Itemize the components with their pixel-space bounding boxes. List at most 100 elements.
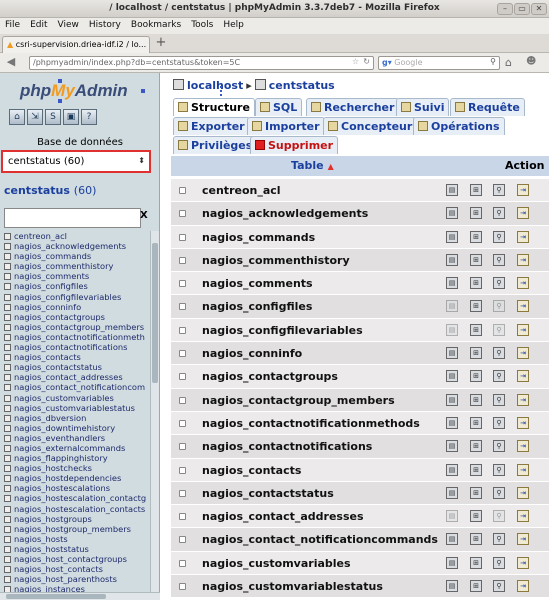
sidebar-table-label[interactable]: nagios_hostescalation_contactg [14, 493, 146, 503]
sidebar-table-label[interactable]: nagios_flappinghistory [14, 453, 108, 463]
insert-icon[interactable]: ⇥ [517, 440, 529, 453]
browse-icon[interactable]: ▤ [446, 323, 458, 336]
search-icon[interactable]: ⚲ [493, 440, 505, 453]
structure-icon[interactable]: ⊞ [470, 370, 482, 383]
table-icon[interactable] [4, 273, 11, 281]
table-icon[interactable] [4, 374, 11, 382]
tab-supprimer[interactable]: Supprimer [250, 136, 339, 154]
breadcrumb-db[interactable]: centstatus [269, 79, 335, 92]
search-icon[interactable]: ⚲ [493, 533, 505, 546]
row-checkbox[interactable] [179, 256, 186, 264]
sidebar-table-label[interactable]: nagios_contact_addresses [14, 372, 123, 382]
sidebar-table-item[interactable]: nagios_contactgroup_members [4, 322, 150, 332]
browse-icon[interactable]: ▤ [446, 300, 458, 313]
sidebar-table-label[interactable]: nagios_contactnotificationmeth [14, 332, 145, 342]
home-icon[interactable]: ⌂ [505, 56, 512, 69]
sidebar-table-item[interactable]: nagios_dbversion [4, 413, 150, 423]
sidebar-table-item[interactable]: nagios_contactstatus [4, 362, 150, 372]
table-icon[interactable] [4, 515, 11, 523]
row-checkbox[interactable] [179, 466, 186, 474]
structure-icon[interactable]: ⊞ [470, 277, 482, 290]
insert-icon[interactable]: ⇥ [517, 556, 529, 569]
row-checkbox[interactable] [179, 489, 186, 497]
table-icon[interactable] [4, 414, 11, 422]
row-checkbox[interactable] [179, 559, 186, 567]
table-name-link[interactable]: nagios_conninfo [202, 347, 302, 360]
search-icon[interactable]: ⚲ [493, 486, 505, 499]
structure-icon[interactable]: ⊞ [470, 347, 482, 360]
structure-icon[interactable]: ⊞ [470, 556, 482, 569]
query-window-icon[interactable]: ▣ [63, 109, 79, 125]
browse-icon[interactable]: ▤ [446, 580, 458, 593]
search-icon[interactable]: ⚲ [493, 370, 505, 383]
row-checkbox[interactable] [179, 326, 186, 334]
row-checkbox[interactable] [179, 419, 186, 427]
tab-sql[interactable]: SQL [255, 98, 303, 116]
sidebar-table-item[interactable]: nagios_host_contactgroups [4, 554, 150, 564]
browse-icon[interactable]: ▤ [446, 556, 458, 569]
table-icon[interactable] [4, 576, 11, 584]
sidebar-table-label[interactable]: nagios_commenthistory [14, 261, 113, 271]
row-checkbox[interactable] [179, 443, 186, 451]
sidebar-table-label[interactable]: nagios_eventhandlers [14, 433, 105, 443]
table-icon[interactable] [4, 465, 11, 473]
table-icon[interactable] [4, 434, 11, 442]
table-name-link[interactable]: nagios_contactgroups [202, 370, 338, 383]
insert-icon[interactable]: ⇥ [517, 300, 529, 313]
search-icon[interactable]: ⚲ [493, 207, 505, 220]
search-icon[interactable]: ⚲ [493, 393, 505, 406]
menu-bookmarks[interactable]: Bookmarks [126, 18, 186, 30]
sidebar-table-item[interactable]: nagios_host_parenthosts [4, 574, 150, 584]
sidebar-table-label[interactable]: nagios_contactnotifications [14, 342, 128, 352]
insert-icon[interactable]: ⇥ [517, 277, 529, 290]
sidebar-table-item[interactable]: nagios_acknowledgements [4, 241, 150, 251]
reload-icon[interactable]: ↻ [363, 57, 370, 66]
structure-icon[interactable]: ⊞ [470, 440, 482, 453]
sidebar-table-label[interactable]: nagios_hostgroup_members [14, 524, 131, 534]
table-icon[interactable] [4, 545, 11, 553]
sidebar-table-label[interactable]: nagios_hostgroups [14, 514, 92, 524]
structure-icon[interactable]: ⊞ [470, 416, 482, 429]
browse-icon[interactable]: ▤ [446, 533, 458, 546]
table-icon[interactable] [4, 243, 11, 251]
browse-icon[interactable]: ▤ [446, 347, 458, 360]
table-icon[interactable] [4, 333, 11, 341]
tab-concepteur[interactable]: Concepteur [323, 117, 418, 135]
structure-icon[interactable]: ⊞ [470, 580, 482, 593]
sidebar-table-item[interactable]: nagios_commenthistory [4, 261, 150, 271]
new-tab-button[interactable]: + [153, 36, 169, 51]
sidebar-table-label[interactable]: nagios_contactstatus [14, 362, 102, 372]
table-icon[interactable] [4, 344, 11, 352]
sidebar-table-label[interactable]: nagios_configfilevariables [14, 292, 121, 302]
menu-file[interactable]: File [0, 18, 25, 30]
table-icon[interactable] [4, 556, 11, 563]
table-name-link[interactable]: nagios_configfilevariables [202, 324, 363, 337]
structure-icon[interactable]: ⊞ [470, 393, 482, 406]
sidebar-table-item[interactable]: nagios_contactnotifications [4, 342, 150, 352]
browse-icon[interactable]: ▤ [446, 184, 458, 196]
sidebar-table-label[interactable]: nagios_customvariablestatus [14, 403, 135, 413]
menu-help[interactable]: Help [218, 18, 249, 30]
table-icon[interactable] [4, 303, 11, 311]
sidebar-table-label[interactable]: nagios_externalcommands [14, 443, 125, 453]
menu-tools[interactable]: Tools [186, 18, 218, 30]
table-icon[interactable] [4, 323, 11, 331]
insert-icon[interactable]: ⇥ [517, 230, 529, 243]
insert-icon[interactable]: ⇥ [517, 347, 529, 360]
sidebar-table-label[interactable]: nagios_acknowledgements [14, 241, 126, 251]
sidebar-table-item[interactable]: nagios_customvariablestatus [4, 403, 150, 413]
tab-rechercher[interactable]: Rechercher [306, 98, 400, 116]
insert-icon[interactable]: ⇥ [517, 370, 529, 383]
structure-icon[interactable]: ⊞ [470, 207, 482, 220]
sidebar-table-label[interactable]: nagios_hostchecks [14, 463, 92, 473]
table-icon[interactable] [4, 313, 11, 321]
sidebar-table-item[interactable]: nagios_hosts [4, 534, 150, 544]
structure-icon[interactable]: ⊞ [470, 323, 482, 336]
table-icon[interactable] [4, 263, 11, 271]
insert-icon[interactable]: ⇥ [517, 323, 529, 336]
search-icon[interactable]: ⚲ [493, 416, 505, 429]
table-icon[interactable] [4, 283, 11, 291]
row-checkbox[interactable] [179, 280, 186, 288]
phpmyadmin-logo[interactable]: phpMyAdmin [20, 81, 128, 101]
browse-icon[interactable]: ▤ [446, 463, 458, 476]
